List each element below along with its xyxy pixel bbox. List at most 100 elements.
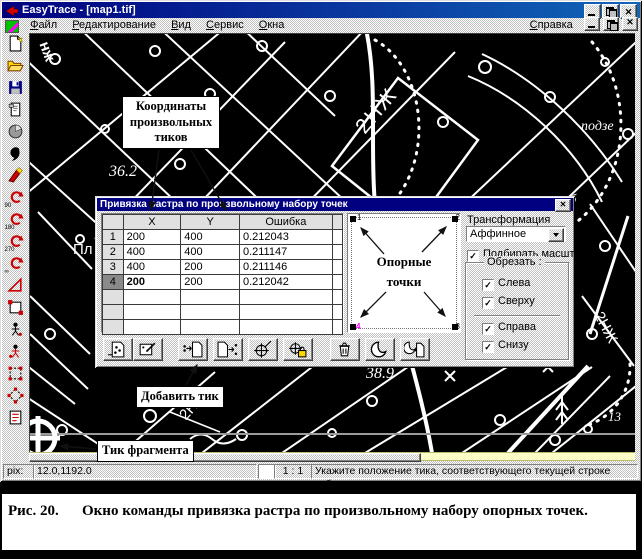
pie-button[interactable] xyxy=(5,122,27,143)
rotate-180-button[interactable]: 180 xyxy=(5,210,27,231)
ticks-preview[interactable]: 1 2 3 4 Опорные точки xyxy=(347,213,461,333)
open-folder-icon xyxy=(6,60,24,72)
vertical-scrollbar[interactable] xyxy=(635,33,640,452)
trace-figure-button[interactable] xyxy=(5,320,27,341)
app-icon xyxy=(6,6,18,16)
rotate-270-button[interactable]: 270 xyxy=(5,232,27,253)
menu-file[interactable]: Файл xyxy=(24,18,63,31)
rotate-90-button[interactable]: 90 xyxy=(5,188,27,209)
aim-tick-button[interactable] xyxy=(248,338,278,361)
dialog-title: Привязка растра по произвольному набору … xyxy=(100,199,348,210)
warp-moon-icon xyxy=(370,341,387,358)
coordinates-button[interactable] xyxy=(5,408,27,429)
open-file-button[interactable] xyxy=(5,56,27,77)
coords-callout: Координаты произвольных тиков xyxy=(122,96,220,149)
select-area-icon xyxy=(8,366,22,381)
row-header[interactable]: 1 xyxy=(102,229,124,245)
warp-button[interactable] xyxy=(365,338,395,361)
save-button[interactable] xyxy=(5,78,27,99)
row-header[interactable]: 3 xyxy=(102,259,124,275)
dialog-close-button[interactable]: ✕ xyxy=(555,199,571,212)
rotate-free-button[interactable]: ∞ xyxy=(5,254,27,275)
menu-service[interactable]: Сервис xyxy=(200,18,250,31)
caption-text: Окно команды привязка растра по произвол… xyxy=(82,503,588,519)
menu-windows[interactable]: Окна xyxy=(253,18,291,31)
table-row: 1 200 400 0.212043 xyxy=(102,229,344,245)
chevron-down-icon xyxy=(553,233,559,240)
lock-tick-button[interactable] xyxy=(283,338,313,361)
mdi-restore-button[interactable] xyxy=(602,17,619,32)
active-cell[interactable]: 200 xyxy=(122,274,182,290)
menubar: Файл Редактирование Вид Сервис Окна Спра… xyxy=(2,17,640,33)
add-tick-button[interactable] xyxy=(178,338,208,361)
coordinates-icon xyxy=(9,410,21,425)
menu-view[interactable]: Вид xyxy=(165,18,197,31)
figure-caption: Рис. 20. Окно команды привязка растра по … xyxy=(1,493,637,551)
col-x[interactable]: X xyxy=(122,214,182,230)
table-row: 3 400 200 0.211146 xyxy=(102,259,344,275)
trace-figure-alt-icon xyxy=(8,344,19,358)
menu-help[interactable]: Справка xyxy=(524,18,579,31)
transform-select[interactable]: Аффинное xyxy=(466,226,566,242)
crop-groupbox: Обрезать : ✓ Слева ✓ Сверху ✓ Справа ✓ Снизу xyxy=(465,256,569,360)
warp-to-new-button[interactable] xyxy=(400,338,430,361)
crop-frame-button[interactable] xyxy=(5,298,27,319)
status-message: Укажите положение тика, соответствующего… xyxy=(311,464,638,490)
trace-figure-alt-button[interactable] xyxy=(5,342,27,363)
crop-left-checkbox[interactable]: ✓ Слева xyxy=(482,277,530,291)
fragment-tick-callout: Тик фрагмента xyxy=(97,440,194,462)
table-row-empty xyxy=(102,289,344,305)
select-area-button[interactable] xyxy=(5,364,27,385)
mdi-minimize-button[interactable] xyxy=(583,17,600,32)
map-text: Пл xyxy=(73,241,93,258)
dialog-titlebar[interactable]: Привязка растра по произвольному набору … xyxy=(97,198,573,211)
table-row-empty xyxy=(102,319,344,335)
select-polygon-button[interactable] xyxy=(5,386,27,407)
row-header[interactable]: 2 xyxy=(102,244,124,260)
pick-ticks-button[interactable] xyxy=(133,338,163,361)
add-tick-callout: Добавить тик xyxy=(136,386,224,408)
crop-right-checkbox[interactable]: ✓ Справа xyxy=(482,321,536,335)
checkbox-icon[interactable]: ✓ xyxy=(482,297,494,309)
crop-bottom-checkbox[interactable]: ✓ Снизу xyxy=(482,339,529,353)
mdi-close-button[interactable]: ✕ xyxy=(622,17,638,32)
caption-number: Рис. 20. xyxy=(8,503,59,519)
checkbox-icon[interactable]: ✓ xyxy=(482,341,494,353)
warp-new-page-icon xyxy=(404,341,425,358)
checkbox-icon[interactable]: ✓ xyxy=(482,279,494,291)
deskew-button[interactable] xyxy=(5,276,27,297)
table-row: 2 400 400 0.211147 xyxy=(102,244,344,260)
invert-comma-button[interactable] xyxy=(5,144,27,165)
pick-ticks-icon xyxy=(139,342,156,356)
col-error[interactable]: Ошибка xyxy=(238,214,333,230)
col-y[interactable]: Y xyxy=(180,214,240,230)
eraser-knife-button[interactable] xyxy=(5,166,27,187)
crop-frame-icon xyxy=(7,300,23,315)
menu-edit[interactable]: Редактирование xyxy=(66,18,162,31)
raster-page-button[interactable] xyxy=(5,100,27,121)
table-row-empty xyxy=(102,304,344,320)
trace-figure-icon xyxy=(11,322,22,336)
support-points-annotation: Опорные точки xyxy=(376,254,432,289)
titlebar: EasyTrace - [map1.tif] ✕ xyxy=(2,2,640,19)
checkbox-icon[interactable]: ✓ xyxy=(482,323,494,335)
minimize-icon xyxy=(588,14,595,16)
dropdown-button[interactable] xyxy=(548,228,564,242)
new-document-icon xyxy=(9,35,23,52)
row-header[interactable]: 4 xyxy=(102,274,124,290)
delete-ticks-button[interactable] xyxy=(330,338,360,361)
load-ticks-button[interactable] xyxy=(103,338,133,361)
table-header-row: X Y Ошибка xyxy=(102,214,344,230)
document-icon[interactable] xyxy=(5,20,19,33)
raster-binding-dialog: Привязка растра по произвольному набору … xyxy=(95,196,587,368)
horizontal-scroll-thumb[interactable] xyxy=(29,453,421,462)
crosshair-lock-icon xyxy=(289,342,307,358)
new-document-button[interactable] xyxy=(5,34,27,55)
checkbox-icon[interactable]: ✓ xyxy=(467,250,479,262)
crop-top-checkbox[interactable]: ✓ Сверху xyxy=(482,295,535,309)
select-polygon-icon xyxy=(7,387,23,404)
trash-icon xyxy=(339,342,350,357)
add-tick-icon xyxy=(183,341,203,358)
export-tick-button[interactable] xyxy=(213,338,243,361)
comma-icon xyxy=(9,147,20,161)
